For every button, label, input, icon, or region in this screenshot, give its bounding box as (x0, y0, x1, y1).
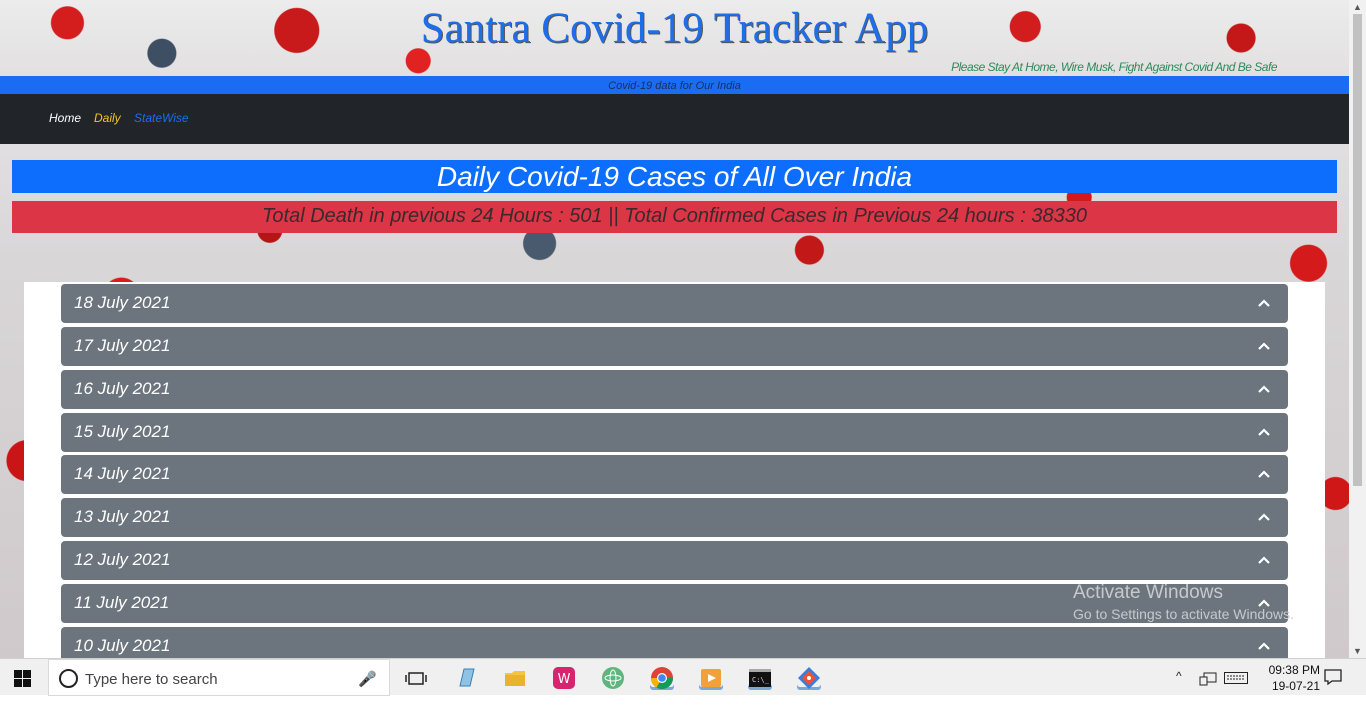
keyboard-icon[interactable] (1224, 672, 1248, 684)
nav-statewise[interactable]: StateWise (134, 111, 189, 125)
accordion-item[interactable]: 15 July 2021 (61, 413, 1288, 452)
nav-daily[interactable]: Daily (94, 111, 121, 125)
vertical-scrollbar[interactable]: ▲ ▼ (1349, 0, 1366, 658)
media-player-icon[interactable] (699, 666, 723, 690)
app-title: Santra Covid-19 Tracker App (420, 5, 929, 52)
header: Santra Covid-19 Tracker App Please Stay … (0, 0, 1349, 76)
taskbar: Type here to search 🎤 W C:\_ ^ 09:38 PM … (0, 658, 1366, 696)
accordion-date: 15 July 2021 (74, 422, 171, 441)
chevron-up-icon (1258, 642, 1270, 650)
clock-time: 09:38 PM (1268, 663, 1320, 677)
chrome-icon[interactable] (650, 666, 674, 690)
accordion-date: 18 July 2021 (74, 293, 171, 312)
accordion-item[interactable]: 12 July 2021 (61, 541, 1288, 580)
system-clock[interactable]: 09:38 PM 19-07-21 (1269, 662, 1320, 694)
accordion-item[interactable]: 16 July 2021 (61, 370, 1288, 409)
chevron-up-icon (1258, 470, 1270, 478)
accordion-date: 14 July 2021 (74, 464, 171, 483)
windows-start-icon[interactable] (14, 670, 31, 687)
navbar: Home Daily StateWise (0, 94, 1349, 144)
search-icon (59, 669, 78, 688)
accordion-date: 10 July 2021 (74, 636, 171, 655)
clock-date: 19-07-21 (1271, 679, 1320, 693)
svg-text:C:\_: C:\_ (752, 676, 770, 684)
accordion-date: 12 July 2021 (74, 550, 171, 569)
accordion-date: 17 July 2021 (74, 336, 171, 355)
chevron-up-icon (1258, 299, 1270, 307)
accordion-date: 16 July 2021 (74, 379, 171, 398)
accordion-date: 13 July 2021 (74, 507, 171, 526)
chevron-up-icon (1258, 513, 1270, 521)
page-heading: Daily Covid-19 Cases of All Over India (12, 160, 1337, 193)
show-hidden-icons[interactable]: ^ (1176, 669, 1182, 706)
terminal-icon[interactable]: C:\_ (748, 666, 772, 690)
activate-windows-watermark: Activate Windows Go to Settings to activ… (1073, 582, 1294, 622)
accordion-item[interactable]: 13 July 2021 (61, 498, 1288, 537)
accordion-item[interactable]: 10 July 2021 (61, 627, 1288, 658)
nav-home[interactable]: Home (49, 111, 81, 125)
accordion-item[interactable]: 18 July 2021 (61, 284, 1288, 323)
accordion-item[interactable]: 14 July 2021 (61, 455, 1288, 494)
webpage: Santra Covid-19 Tracker App Please Stay … (0, 0, 1349, 658)
scroll-down-icon[interactable]: ▼ (1353, 646, 1362, 656)
atom-icon[interactable] (601, 666, 625, 690)
accordion-date: 11 July 2021 (74, 593, 170, 612)
file-explorer-icon[interactable] (503, 666, 527, 690)
microphone-icon[interactable]: 🎤 (358, 670, 377, 688)
chevron-up-icon (1258, 556, 1270, 564)
scrollbar-thumb[interactable] (1353, 14, 1362, 486)
chevron-up-icon (1258, 428, 1270, 436)
subtitle-bar: Covid-19 data for Our India (0, 76, 1349, 94)
tagline: Please Stay At Home, Wire Musk, Fight Ag… (951, 60, 1277, 74)
task-view-icon[interactable] (404, 666, 428, 690)
notification-icon[interactable] (1324, 668, 1342, 686)
scroll-up-icon[interactable]: ▲ (1353, 2, 1362, 12)
chevron-up-icon (1258, 342, 1270, 350)
svg-text:W: W (558, 672, 571, 687)
watermark-subtitle: Go to Settings to activate Windows. (1073, 606, 1294, 622)
network-icon[interactable] (1199, 672, 1217, 686)
subtitle-text: Covid-19 data for Our India (608, 80, 741, 92)
accordion-item[interactable]: 17 July 2021 (61, 327, 1288, 366)
search-placeholder: Type here to search (85, 671, 218, 688)
chevron-up-icon (1258, 385, 1270, 393)
git-icon[interactable] (797, 666, 821, 690)
hero-section: Daily Covid-19 Cases of All Over India T… (0, 144, 1349, 282)
notepad-icon[interactable] (454, 666, 478, 690)
taskbar-search[interactable]: Type here to search 🎤 (48, 659, 390, 696)
wamp-icon[interactable]: W (552, 666, 576, 690)
watermark-title: Activate Windows (1073, 582, 1223, 603)
summary-banner: Total Death in previous 24 Hours : 501 |… (12, 201, 1337, 233)
